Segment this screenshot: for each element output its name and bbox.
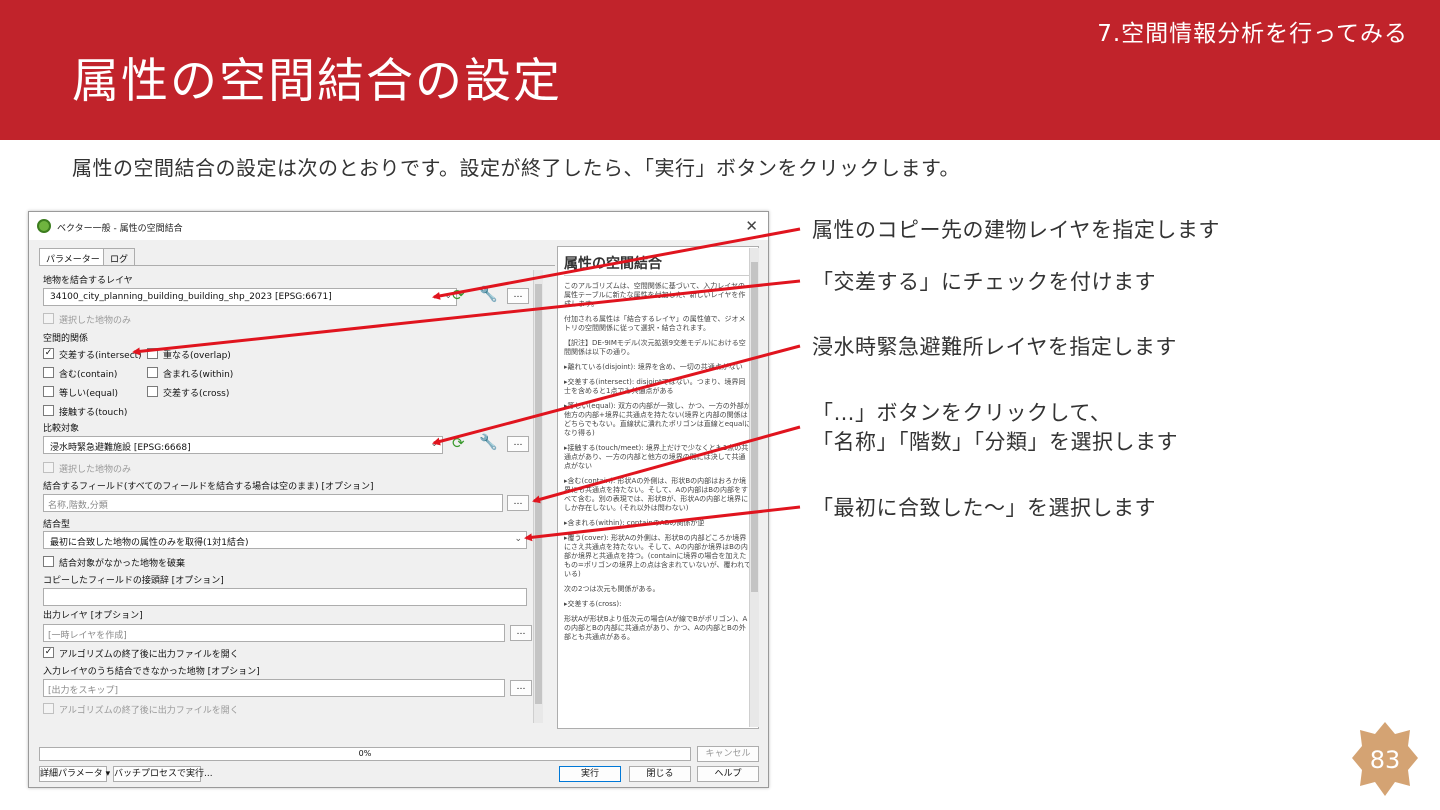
spatial-relation-label: 空間的関係 — [43, 334, 89, 344]
params-scrollbar[interactable] — [533, 270, 543, 723]
open-output-checkbox[interactable]: ✓ — [43, 647, 54, 658]
slide-title: 属性の空間結合の設定 — [72, 54, 562, 109]
slide-header: 7.空間情報分析を行ってみる 属性の空間結合の設定 — [0, 0, 1440, 140]
callout-fields-line2: 「名称」「階数」「分類」を選択します — [812, 430, 1178, 454]
equal-label: 等しい(equal) — [59, 389, 118, 399]
unjoinable-input[interactable]: [出力をスキップ] — [43, 679, 505, 697]
help-paragraph: 【訳注】DE-9IMモデル(次元拡張9交差モデル)における空間関係は以下の通り。 — [564, 339, 746, 356]
help-scrollbar[interactable] — [749, 248, 759, 727]
contain-checkbox[interactable] — [43, 367, 54, 378]
callout-join-layer: 浸水時緊急避難所レイヤを指定します — [812, 335, 1177, 359]
selected-only-checkbox-2[interactable] — [43, 462, 54, 473]
dialog-title: ベクター一般 - 属性の空間結合 — [57, 224, 183, 234]
output-input[interactable]: [一時レイヤを作成] — [43, 624, 505, 642]
selected-only-label-1: 選択した地物のみ — [59, 316, 132, 326]
join-type-value: 最初に合致した地物の属性のみを取得(1対1結合) — [50, 538, 249, 548]
help-panel: 属性の空間結合 このアルゴリズムは、空間関係に基づいて、入力レイヤの属性テーブル… — [557, 246, 759, 729]
chapter-label: 7.空間情報分析を行ってみる — [1097, 21, 1408, 47]
fields-label: 結合するフィールド(すべてのフィールドを結合する場合は空のまま) [オプション] — [43, 482, 374, 492]
help-paragraph: 付加される属性は「結合するレイヤ」の属性値で、ジオメトリの空間関係に従って選択・… — [564, 315, 746, 332]
progress-bar: 0% — [39, 747, 691, 761]
tab-parameters[interactable]: パラメーター — [39, 248, 107, 266]
discard-label: 結合対象がなかった地物を破棄 — [59, 559, 186, 569]
help-paragraph: ▸交差する(cross): — [564, 600, 622, 608]
intersect-checkbox[interactable]: ✓ — [43, 348, 54, 359]
cross-checkbox[interactable] — [147, 386, 158, 397]
intersect-label: 交差する(intersect) — [59, 351, 142, 361]
input-layer-value: 34100_city_planning_building_building_sh… — [50, 292, 332, 302]
help-paragraph: ▸離れている(disjoint): 境界を含め、一切の共通点がない — [564, 363, 743, 371]
help-paragraph: ▸覆う(cover): 形状Aの外側は、形状Bの内部どころか境界にさえ共通点を持… — [564, 534, 751, 578]
close-icon[interactable]: ✕ — [745, 217, 758, 235]
prefix-label: コピーしたフィールドの接頭辞 [オプション] — [43, 576, 224, 586]
input-layer-select[interactable]: 34100_city_planning_building_building_sh… — [43, 288, 457, 306]
page-number: 83 — [1369, 746, 1401, 774]
help-paragraph: ▸含まれる(within): containのABの関係が逆 — [564, 519, 705, 527]
callout-fields-line1: 「…」ボタンをクリックして、 — [812, 401, 1112, 425]
qgis-logo-icon — [37, 219, 51, 233]
fields-select-button[interactable]: … — [507, 495, 529, 511]
help-paragraph: ▸含む(contain): 形状Aの外側は、形状Bの内部はおろか境界にも共通点を… — [564, 477, 749, 512]
callout-join-type: 「最初に合致した～」を選択します — [812, 496, 1156, 520]
help-paragraph: 形状Aが形状Bより低次元の場合(Aが線でBがポリゴン)、Aの内部とBの内部に共通… — [564, 615, 748, 641]
within-checkbox[interactable] — [147, 367, 158, 378]
help-paragraph: ▸接触する(touch/meet): 境界上だけで少なくとも1点の共通点があり、… — [564, 444, 749, 470]
callout-intersect: 「交差する」にチェックを付けます — [812, 270, 1156, 294]
help-title: 属性の空間結合 — [564, 253, 752, 276]
join-layer-label: 比較対象 — [43, 424, 80, 434]
join-type-select[interactable]: 最初に合致した地物の属性のみを取得(1対1結合) ⌄ — [43, 531, 527, 549]
batch-process-button[interactable]: バッチプロセスで実行... — [113, 766, 213, 782]
join-type-label: 結合型 — [43, 520, 71, 530]
spatial-join-dialog: ベクター一般 - 属性の空間結合 ✕ パラメーター ログ 地物を結合するレイヤ … — [28, 211, 769, 788]
touch-label: 接触する(touch) — [59, 408, 128, 418]
unjoinable-options-button[interactable]: … — [510, 680, 532, 696]
help-button[interactable]: ヘルプ — [697, 766, 759, 782]
dialog-titlebar: ベクター一般 - 属性の空間結合 ✕ — [29, 212, 768, 240]
tab-divider — [39, 265, 555, 266]
contain-label: 含む(contain) — [59, 370, 118, 380]
intro-text: 属性の空間結合の設定は次のとおりです。設定が終了したら、「実行」ボタンをクリック… — [72, 156, 960, 180]
open-output-label-2: アルゴリズムの終了後に出力ファイルを開く — [59, 706, 239, 716]
help-scrollbar-thumb[interactable] — [751, 262, 758, 592]
help-paragraph: 次の2つは次元も関係がある。 — [564, 585, 660, 593]
prefix-input[interactable] — [43, 588, 527, 606]
join-layer-value: 浸水時緊急避難施設 [EPSG:6668] — [50, 443, 191, 453]
equal-checkbox[interactable] — [43, 386, 54, 397]
unjoinable-label: 入力レイヤのうち結合できなかった地物 [オプション] — [43, 667, 260, 677]
within-label: 含まれる(within) — [163, 370, 234, 380]
chevron-down-icon: ⌄ — [444, 291, 452, 301]
help-paragraph: ▸交差する(intersect): disjointではない。つまり、境界同士を… — [564, 378, 746, 395]
touch-checkbox[interactable] — [43, 405, 54, 416]
output-options-button[interactable]: … — [510, 625, 532, 641]
close-button[interactable]: 閉じる — [629, 766, 691, 782]
fields-input[interactable]: 名称,階数,分類 — [43, 494, 503, 512]
selected-only-label-2: 選択した地物のみ — [59, 465, 132, 475]
selected-only-checkbox-1[interactable] — [43, 313, 54, 324]
input-layer-label: 地物を結合するレイヤ — [43, 276, 133, 286]
iterate-icon[interactable]: ⟳ — [452, 434, 465, 452]
open-output-checkbox-2[interactable] — [43, 703, 54, 714]
input-layer-options-button[interactable]: … — [507, 288, 529, 304]
chevron-down-icon: ⌄ — [514, 534, 522, 544]
iterate-icon[interactable]: ⟳ — [452, 286, 465, 304]
overlap-checkbox[interactable] — [147, 348, 158, 359]
advanced-parameters-button[interactable]: 詳細パラメータ ▾ — [39, 766, 110, 782]
join-layer-select[interactable]: 浸水時緊急避難施設 [EPSG:6668] ⌄ — [43, 436, 443, 454]
wrench-icon[interactable]: 🔧 — [479, 433, 498, 451]
cross-label: 交差する(cross) — [163, 389, 230, 399]
overlap-label: 重なる(overlap) — [163, 351, 231, 361]
callout-input-layer: 属性のコピー先の建物レイヤを指定します — [812, 218, 1220, 242]
help-paragraph: ▸等しい(equal): 双方の内部が一致し、かつ、一方の外部が他方の内部+境界… — [564, 402, 752, 437]
chevron-down-icon: ⌄ — [430, 439, 438, 449]
join-layer-options-button[interactable]: … — [507, 436, 529, 452]
cancel-button[interactable]: キャンセル — [697, 746, 759, 762]
open-output-label: アルゴリズムの終了後に出力ファイルを開く — [59, 650, 239, 660]
help-paragraph: このアルゴリズムは、空間関係に基づいて、入力レイヤの属性テーブルに新たな属性を付… — [564, 282, 746, 308]
tab-log[interactable]: ログ — [103, 248, 136, 266]
output-label: 出力レイヤ [オプション] — [43, 611, 143, 621]
run-button[interactable]: 実行 — [559, 766, 621, 782]
wrench-icon[interactable]: 🔧 — [479, 285, 498, 303]
discard-checkbox[interactable] — [43, 556, 54, 567]
params-scrollbar-thumb[interactable] — [535, 284, 542, 704]
